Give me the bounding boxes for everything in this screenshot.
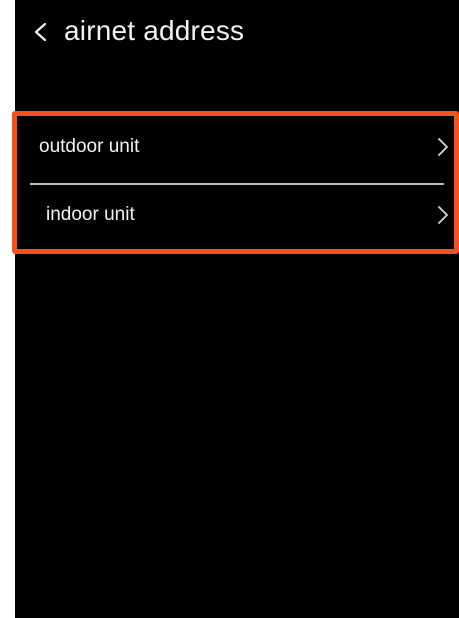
chevron-right-icon <box>437 136 449 158</box>
list-item-indoor-unit[interactable]: indoor unit <box>15 182 459 250</box>
header-bar: airnet address <box>15 0 459 64</box>
list-item-outdoor-unit[interactable]: outdoor unit <box>15 114 459 182</box>
chevron-left-icon <box>34 22 47 42</box>
list-item-label: indoor unit <box>46 204 135 225</box>
list-item-label: outdoor unit <box>39 136 140 157</box>
device-screen: airnet address <box>15 0 459 618</box>
page-title: airnet address <box>64 15 245 46</box>
chevron-right-icon <box>437 204 449 226</box>
list-divider <box>30 183 444 185</box>
menu-list: outdoor unit indoor unit <box>15 114 459 250</box>
back-button[interactable] <box>31 14 49 46</box>
